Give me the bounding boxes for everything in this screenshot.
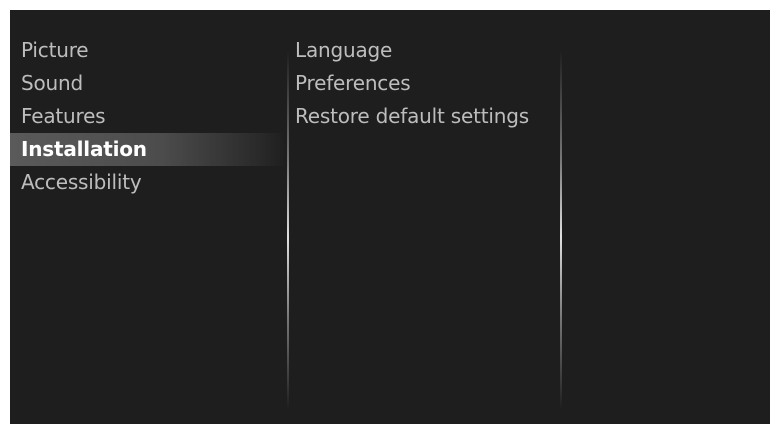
column-divider bbox=[560, 50, 562, 410]
menu-item-accessibility[interactable]: Accessibility bbox=[10, 166, 286, 199]
submenu-item-preferences[interactable]: Preferences bbox=[295, 67, 563, 100]
submenu: Language Preferences Restore default set… bbox=[295, 34, 563, 133]
menu-item-installation[interactable]: Installation bbox=[10, 133, 286, 166]
submenu-item-restore-default-settings[interactable]: Restore default settings bbox=[295, 100, 563, 133]
submenu-item-language[interactable]: Language bbox=[295, 34, 563, 67]
menu-item-picture[interactable]: Picture bbox=[10, 34, 286, 67]
main-menu: Picture Sound Features Installation Acce… bbox=[10, 34, 286, 199]
menu-item-features[interactable]: Features bbox=[10, 100, 286, 133]
menu-item-sound[interactable]: Sound bbox=[10, 67, 286, 100]
column-divider bbox=[287, 50, 289, 410]
tv-settings-screen: Picture Sound Features Installation Acce… bbox=[10, 10, 770, 424]
